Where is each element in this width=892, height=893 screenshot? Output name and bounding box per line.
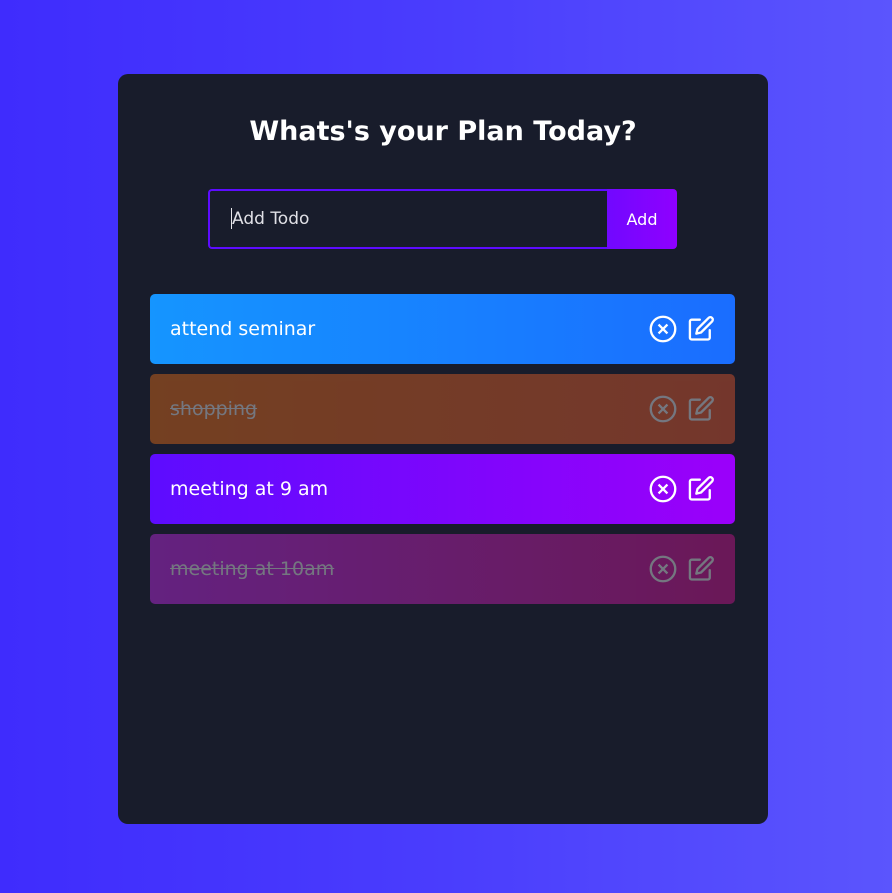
circle-x-icon[interactable]	[649, 395, 677, 423]
circle-x-icon[interactable]	[649, 315, 677, 343]
todo-row: meeting at 9 am	[150, 454, 735, 524]
todo-actions	[649, 555, 715, 583]
todo-text[interactable]: meeting at 10am	[170, 557, 334, 581]
todo-text[interactable]: meeting at 9 am	[170, 477, 328, 501]
todo-input[interactable]	[208, 189, 607, 249]
edit-icon[interactable]	[687, 555, 715, 583]
todo-form: Add	[208, 189, 677, 249]
todo-text[interactable]: shopping	[170, 397, 257, 421]
circle-x-icon[interactable]	[649, 475, 677, 503]
page-title: Whats's your Plan Today?	[249, 116, 637, 147]
edit-icon[interactable]	[687, 475, 715, 503]
todo-app: Whats's your Plan Today? Add attend semi…	[118, 74, 768, 824]
text-cursor	[231, 208, 232, 229]
todo-row: attend seminar	[150, 294, 735, 364]
add-todo-button[interactable]: Add	[607, 189, 677, 249]
todo-row: shopping	[150, 374, 735, 444]
todo-actions	[649, 395, 715, 423]
todo-row: meeting at 10am	[150, 534, 735, 604]
edit-icon[interactable]	[687, 395, 715, 423]
edit-icon[interactable]	[687, 315, 715, 343]
todo-actions	[649, 475, 715, 503]
todo-actions	[649, 315, 715, 343]
todo-text[interactable]: attend seminar	[170, 317, 315, 341]
circle-x-icon[interactable]	[649, 555, 677, 583]
todo-list: attend seminar shopping meeting at 9 am …	[150, 294, 735, 614]
